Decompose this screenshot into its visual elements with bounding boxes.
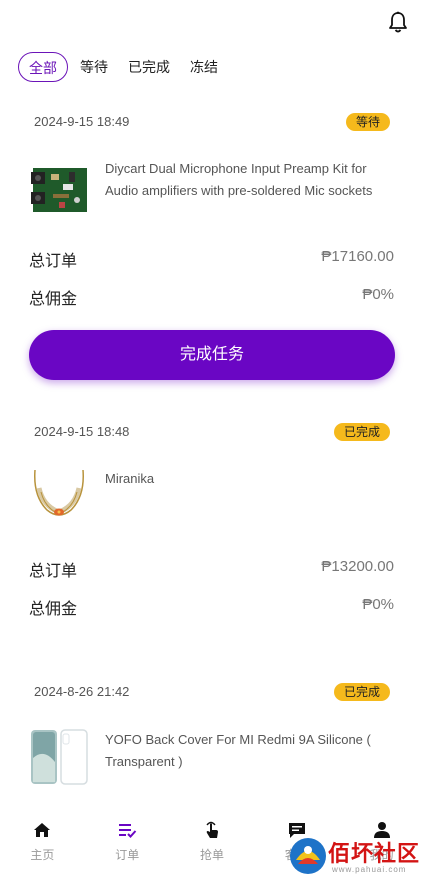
- product-name[interactable]: Diycart Dual Microphone Input Preamp Kit…: [105, 158, 395, 202]
- tab-all[interactable]: 全部: [18, 52, 68, 82]
- commission-label: 总佣金: [29, 291, 78, 308]
- tab-completed[interactable]: 已完成: [128, 52, 170, 82]
- filter-tabs: 全部 等待 已完成 冻结: [18, 52, 238, 82]
- nav-home[interactable]: 主页: [0, 812, 85, 878]
- product-image[interactable]: [29, 466, 89, 526]
- nav-grab[interactable]: 抢单: [170, 812, 255, 878]
- tab-frozen[interactable]: 冻结: [190, 52, 218, 82]
- status-badge: 已完成: [333, 683, 390, 701]
- hand-tap-icon: [206, 821, 218, 838]
- order-date: 2024-9-15 18:48: [34, 424, 130, 439]
- order-date: 2024-8-26 21:42: [34, 684, 130, 699]
- home-icon: [34, 823, 51, 837]
- product-image[interactable]: [29, 158, 89, 218]
- commission-value: ₱0%: [362, 286, 394, 303]
- complete-task-button[interactable]: 完成任务: [29, 330, 395, 380]
- total-order-label: 总订单: [29, 253, 78, 270]
- total-order-value: ₱17160.00: [321, 248, 394, 265]
- total-order-value: ₱13200.00: [321, 558, 394, 575]
- commission-label: 总佣金: [29, 601, 78, 618]
- nav-orders[interactable]: 订单: [85, 812, 170, 878]
- nav-label-orders: 订单: [115, 848, 140, 862]
- tab-waiting[interactable]: 等待: [80, 52, 108, 82]
- watermark-emblem-icon: [290, 838, 326, 874]
- nav-label-grab: 抢单: [199, 848, 224, 862]
- product-name[interactable]: YOFO Back Cover For MI Redmi 9A Silicone…: [105, 729, 395, 773]
- necklace-image: [29, 466, 89, 526]
- nav-label-home: 主页: [30, 848, 55, 862]
- order-date: 2024-9-15 18:49: [34, 114, 130, 129]
- commission-value: ₱0%: [362, 596, 394, 613]
- status-badge: 已完成: [333, 423, 390, 441]
- phone-cover-image: [29, 728, 89, 788]
- pcb-board-image: [29, 158, 89, 218]
- list-check-icon: [119, 824, 137, 838]
- product-image[interactable]: [29, 728, 89, 788]
- product-name[interactable]: Miranika: [105, 468, 395, 490]
- status-badge: 等待: [345, 113, 390, 131]
- watermark-text: 佰坏社区: [328, 841, 421, 867]
- top-bar: [0, 0, 424, 44]
- total-order-label: 总订单: [29, 563, 78, 580]
- watermark-url: www.pahuai.com: [332, 865, 407, 874]
- watermark-logo: 佰坏社区 www.pahuai.com: [286, 834, 424, 878]
- bell-icon[interactable]: [388, 11, 408, 33]
